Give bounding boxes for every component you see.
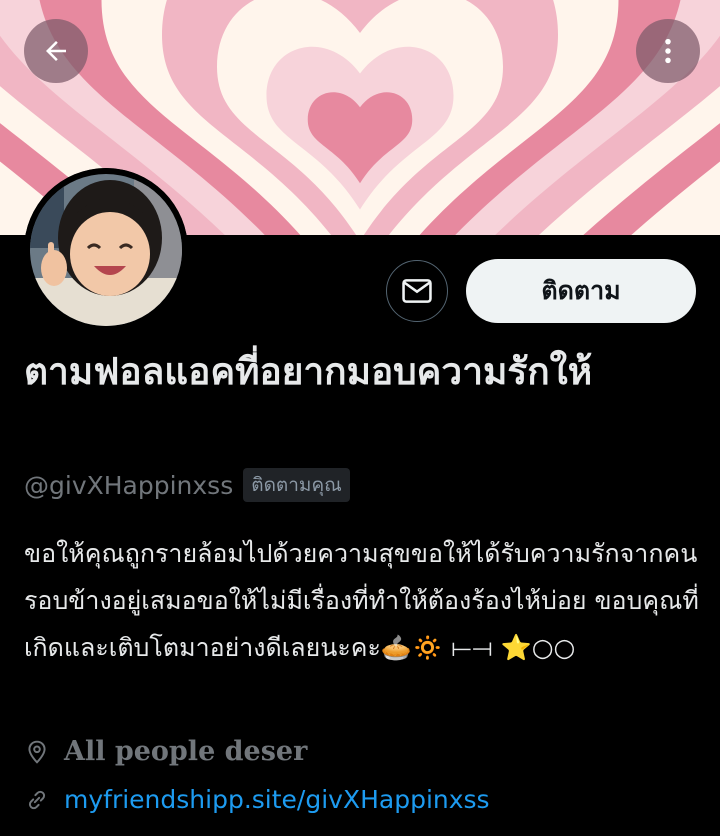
mail-icon: [402, 279, 432, 303]
back-button[interactable]: [24, 19, 88, 83]
handle-row: @givXHappinxss ติดตามคุณ: [24, 468, 350, 502]
bio: ขอให้คุณถูกรายล้อมไปด้วยความสุขขอให้ได้ร…: [24, 539, 699, 662]
message-button[interactable]: [386, 260, 448, 322]
website-link[interactable]: myfriendshipp.site/givXHappinxss: [64, 785, 490, 814]
follows-you-badge: ติดตามคุณ: [243, 468, 350, 502]
location-text: All people deser: [64, 736, 308, 767]
handle: @givXHappinxss: [24, 470, 234, 500]
location-pin-icon: [28, 740, 46, 764]
arrow-left-icon: [46, 41, 66, 61]
display-name: ตามฟอลแอคที่อยากมอบความรักให้: [24, 350, 593, 393]
avatar[interactable]: [24, 168, 188, 332]
more-vertical-icon: [665, 38, 671, 64]
website-row: myfriendshipp.site/givXHappinxss: [24, 785, 490, 814]
more-options-button[interactable]: [636, 19, 700, 83]
location-row: All people deser: [24, 736, 307, 767]
link-icon: [28, 790, 46, 809]
follow-button[interactable]: ติดตาม: [466, 259, 696, 323]
